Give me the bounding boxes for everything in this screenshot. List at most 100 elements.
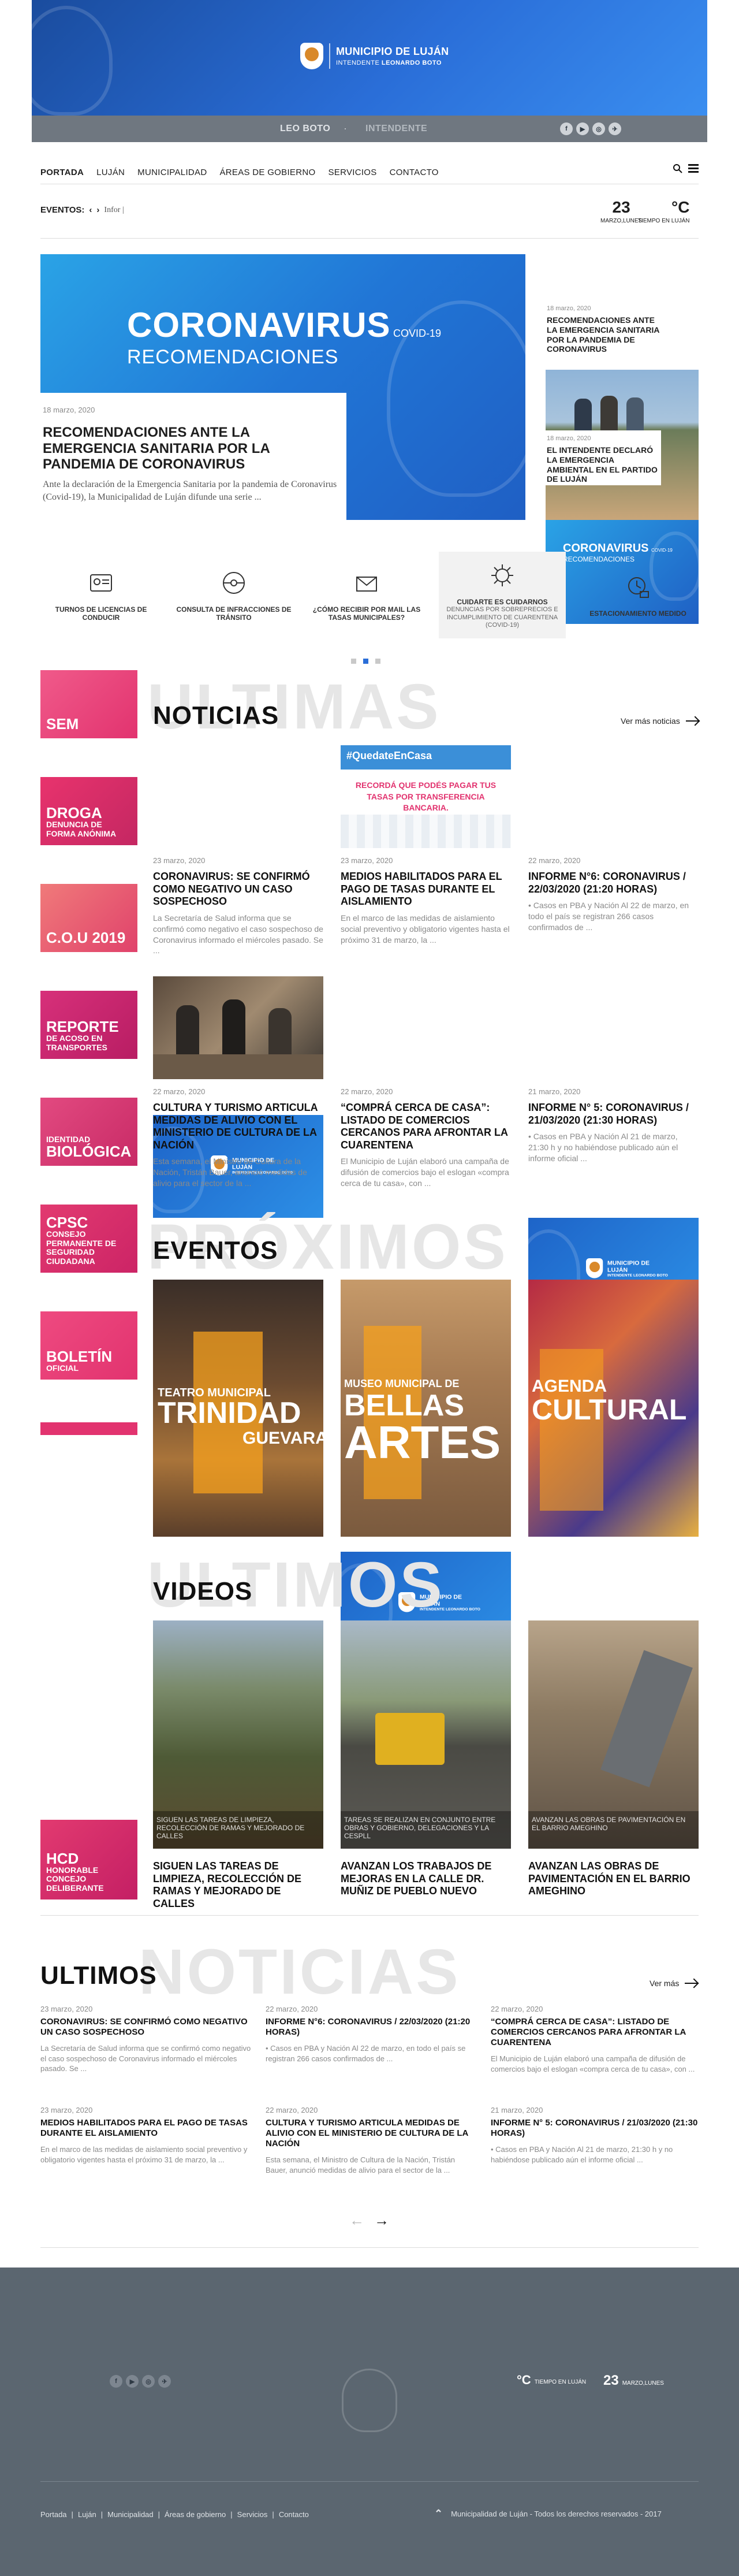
latest-title-1[interactable]: CORONAVIRUS: SE CONFIRMÓ COMO NEGATIVO U… bbox=[40, 2017, 251, 2038]
video-title-3[interactable]: AVANZAN LAS OBRAS DE PAVIMENTACIÓN EN EL… bbox=[528, 1860, 699, 1898]
nav-lujan[interactable]: LUJÁN bbox=[96, 168, 125, 177]
video-title-1[interactable]: SIGUEN LAS TAREAS DE LIMPIEZA, RECOLECCI… bbox=[153, 1860, 323, 1910]
news-date-4: 22 marzo, 2020 bbox=[153, 1087, 206, 1096]
news-date-5: 22 marzo, 2020 bbox=[341, 1087, 393, 1096]
sidebar-hcd[interactable]: HCD HONORABLE CONCEJO DELIBERANTE bbox=[40, 1820, 137, 1900]
footer-link-servicios[interactable]: Servicios bbox=[237, 2510, 268, 2519]
hero-title[interactable]: RECOMENDACIONES ANTE LA EMERGENCIA SANIT… bbox=[43, 425, 344, 473]
news-title-6[interactable]: INFORME N° 5: CORONAVIRUS / 21/03/2020 (… bbox=[528, 1102, 699, 1127]
news-title-2[interactable]: MEDIOS HABILITADOS PARA EL PAGO DE TASAS… bbox=[341, 871, 511, 908]
prev-event-icon[interactable]: ‹ bbox=[89, 205, 92, 215]
next-event-icon[interactable]: › bbox=[96, 205, 99, 215]
event-card-museo[interactable]: MUSEO MUNICIPAL DE BELLAS ARTES bbox=[341, 1280, 511, 1537]
video-thumb-1[interactable]: SIGUEN LAS TAREAS DE LIMPIEZA, RECOLECCI… bbox=[153, 1620, 323, 1849]
sidebar-cpsc[interactable]: CPSC CONSEJO PERMANENTE DE SEGURIDAD CIU… bbox=[40, 1205, 137, 1273]
sidebar-cou[interactable]: C.O.U 2019 bbox=[40, 884, 137, 952]
latest-ghost-title: NOTICIAS bbox=[139, 1936, 461, 2008]
date-label: MARZO,LUNES bbox=[600, 218, 643, 224]
site-logo[interactable]: MUNICIPIO DE LUJÁN INTENDENTE LEONARDO B… bbox=[300, 43, 449, 69]
sidebar-boletin[interactable]: BOLETÍN OFICIAL bbox=[40, 1311, 137, 1380]
quedate-tag: #QuedateEnCasa bbox=[346, 750, 432, 761]
quick-licencias[interactable]: TURNOS DE LICENCIAS DE CONDUCIR bbox=[40, 552, 162, 638]
side-card-date-2: 18 marzo, 2020 bbox=[547, 435, 591, 442]
menu-icon[interactable] bbox=[688, 164, 699, 173]
sidebar-droga-title: DROGA bbox=[46, 804, 102, 822]
instagram-icon[interactable]: ◎ bbox=[142, 2375, 155, 2388]
table-surface bbox=[153, 1054, 323, 1079]
weather-label: TIEMPO EN LUJÁN bbox=[638, 218, 690, 224]
youtube-icon[interactable]: ▶ bbox=[576, 122, 589, 135]
instagram-icon[interactable]: ◎ bbox=[592, 122, 605, 135]
nav-municipalidad[interactable]: MUNICIPALIDAD bbox=[137, 168, 207, 177]
event-card-teatro[interactable]: TEATRO MUNICIPAL TRINIDAD GUEVARA bbox=[153, 1280, 323, 1537]
intendant-prefix: INTENDENTE bbox=[336, 60, 380, 66]
video-thumb-2[interactable]: TAREAS SE REALIZAN EN CONJUNTO ENTRE OBR… bbox=[341, 1620, 511, 1849]
latest-text-1: La Secretaría de Salud informa que se co… bbox=[40, 2044, 251, 2073]
footer-link-lujan[interactable]: Luján bbox=[78, 2510, 96, 2519]
latest-card-2: 22 marzo, 2020 INFORME N°6: CORONAVIRUS … bbox=[266, 2005, 476, 2064]
side-card-title-1[interactable]: RECOMENDACIONES ANTE LA EMERGENCIA SANIT… bbox=[547, 315, 660, 354]
sidebar-identidad[interactable]: IDENTIDAD BIOLÓGICA bbox=[40, 1098, 137, 1166]
footer-divider bbox=[40, 2481, 699, 2482]
facebook-icon[interactable]: f bbox=[560, 122, 573, 135]
footer-link-sep: | bbox=[71, 2510, 73, 2519]
date-widget: 23 MARZO,LUNES bbox=[600, 199, 643, 225]
latest-card-1: 23 marzo, 2020 CORONAVIRUS: SE CONFIRMÓ … bbox=[40, 2005, 251, 2074]
latest-next-arrow-icon[interactable]: → bbox=[374, 2211, 389, 2229]
quick-estacionamiento[interactable]: ESTACIONAMIENTO MEDIDO bbox=[577, 552, 699, 638]
sidebar-droga-sub: DENUNCIA DE FORMA ANÓNIMA bbox=[46, 820, 117, 838]
sidebar-reporte[interactable]: REPORTE DE ACOSO EN TRANSPORTES bbox=[40, 991, 137, 1059]
carousel-dot-3[interactable] bbox=[375, 659, 380, 664]
latest-date-4: 23 marzo, 2020 bbox=[40, 2106, 93, 2114]
footer-link-contacto[interactable]: Contacto bbox=[279, 2510, 309, 2519]
quick-infracciones-label: CONSULTA DE INFRACCIONES DE TRÁNSITO bbox=[176, 605, 292, 622]
latest-title-6[interactable]: INFORME N° 5: CORONAVIRUS / 21/03/2020 (… bbox=[491, 2118, 699, 2139]
video-thumb-3[interactable]: AVANZAN LAS OBRAS DE PAVIMENTACIÓN EN EL… bbox=[528, 1620, 699, 1849]
footer-link-sep: | bbox=[272, 2510, 274, 2519]
facebook-icon[interactable]: f bbox=[110, 2375, 122, 2388]
footer-link-municipalidad[interactable]: Municipalidad bbox=[107, 2510, 154, 2519]
latest-title-3[interactable]: “COMPRÁ CERCA DE CASA”: LISTADO DE COMER… bbox=[491, 2017, 699, 2048]
carousel-dot-1[interactable] bbox=[351, 659, 356, 664]
quick-tasas-mail[interactable]: ¿CÓMO RECIBIR POR MAIL LAS TASAS MUNICIP… bbox=[306, 552, 427, 638]
search-icon[interactable] bbox=[673, 163, 683, 174]
nav-portada[interactable]: PORTADA bbox=[40, 168, 84, 177]
side-card-title-2[interactable]: EL INTENDENTE DECLARÓ LA EMERGENCIA AMBI… bbox=[547, 445, 660, 484]
quick-cuidarte[interactable]: CUIDARTE ES CUIDARNOS DENUNCIAS POR SOBR… bbox=[439, 552, 566, 638]
youtube-icon[interactable]: ▶ bbox=[126, 2375, 139, 2388]
nav-servicios[interactable]: SERVICIOS bbox=[328, 168, 376, 177]
events-ticker-text[interactable]: Infor | bbox=[104, 206, 124, 215]
top-bar-role: INTENDENTE bbox=[365, 124, 428, 133]
footer-link-sep: | bbox=[158, 2510, 161, 2519]
latest-title-4[interactable]: MEDIOS HABILITADOS PARA EL PAGO DE TASAS… bbox=[40, 2118, 251, 2139]
news-more-link[interactable]: Ver más noticias bbox=[621, 716, 699, 726]
sidebar-sem[interactable]: SEM bbox=[40, 670, 137, 738]
nav-areas[interactable]: ÁREAS DE GOBIERNO bbox=[219, 168, 315, 177]
latest-more-link[interactable]: Ver más bbox=[650, 1979, 698, 1988]
footer-copyright: Municipalidad de Luján - Todos los derec… bbox=[451, 2510, 662, 2518]
event-card-agenda[interactable]: AGENDA CULTURAL bbox=[528, 1280, 699, 1537]
footer-social-links: f ▶ ◎ ✈ bbox=[110, 2375, 171, 2388]
latest-title-5[interactable]: CULTURA Y TURISMO ARTICULA MEDIDAS DE AL… bbox=[266, 2118, 476, 2149]
footer-link-portada[interactable]: Portada bbox=[40, 2510, 67, 2519]
news-title-3[interactable]: INFORME N°6: CORONAVIRUS / 22/03/2020 (2… bbox=[528, 871, 699, 895]
news-img-2[interactable]: #QuedateEnCasa RECORDÁ QUE PODÉS PAGAR T… bbox=[341, 745, 511, 848]
news-title-4[interactable]: CULTURA Y TURISMO ARTICULA MEDIDAS DE AL… bbox=[153, 1102, 323, 1151]
news-date-2: 23 marzo, 2020 bbox=[341, 856, 393, 865]
news-title-5[interactable]: “COMPRÁ CERCA DE CASA”: LISTADO DE COMER… bbox=[341, 1102, 511, 1151]
latest-date-3: 22 marzo, 2020 bbox=[491, 2005, 543, 2013]
nav-contacto[interactable]: CONTACTO bbox=[390, 168, 439, 177]
video-title-2[interactable]: AVANZAN LOS TRABAJOS DE MEJORAS EN LA CA… bbox=[341, 1860, 511, 1898]
news-img-4[interactable] bbox=[153, 976, 323, 1079]
footer-link-areas[interactable]: Áreas de gobierno bbox=[165, 2510, 226, 2519]
carousel-dot-2[interactable] bbox=[363, 659, 368, 664]
sidebar-droga[interactable]: DROGA DENUNCIA DE FORMA ANÓNIMA bbox=[40, 777, 137, 845]
telegram-icon[interactable]: ✈ bbox=[158, 2375, 171, 2388]
telegram-icon[interactable]: ✈ bbox=[609, 122, 621, 135]
news-title-1[interactable]: CORONAVIRUS: SE CONFIRMÓ COMO NEGATIVO U… bbox=[153, 871, 323, 908]
latest-prev-arrow-icon[interactable]: ← bbox=[349, 2211, 364, 2229]
latest-title-2[interactable]: INFORME N°6: CORONAVIRUS / 22/03/2020 (2… bbox=[266, 2017, 476, 2038]
quick-infracciones[interactable]: CONSULTA DE INFRACCIONES DE TRÁNSITO bbox=[173, 552, 294, 638]
events-label: EVENTOS: bbox=[40, 205, 85, 215]
back-to-top-icon[interactable]: ⌃ bbox=[434, 2508, 443, 2520]
